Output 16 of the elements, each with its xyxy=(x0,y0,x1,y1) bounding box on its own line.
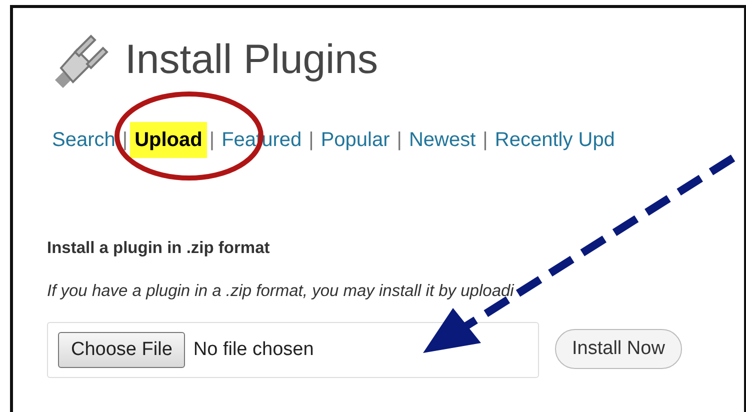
tab-separator: | xyxy=(308,128,314,153)
file-status-text: No file chosen xyxy=(193,338,314,362)
tab-link[interactable]: Popular xyxy=(316,122,395,158)
page-title: Install Plugins xyxy=(125,38,378,80)
tab-link[interactable]: Search xyxy=(47,122,120,158)
tab-separator: | xyxy=(482,128,488,153)
install-now-button[interactable]: Install Now xyxy=(555,328,682,369)
tab-link[interactable]: Upload xyxy=(130,122,208,158)
description-text: If you have a plugin in a .zip format, you may install it by uploadi xyxy=(47,280,516,302)
choose-file-button[interactable]: Choose File xyxy=(58,332,186,368)
tab-separator: | xyxy=(396,128,402,153)
tab-separator: | xyxy=(122,128,128,153)
tab-link[interactable]: Recently Upd xyxy=(490,122,620,158)
tab-separator: | xyxy=(209,128,215,153)
section-heading: Install a plugin in .zip format xyxy=(47,238,271,259)
tab-link[interactable]: Newest xyxy=(404,122,481,158)
